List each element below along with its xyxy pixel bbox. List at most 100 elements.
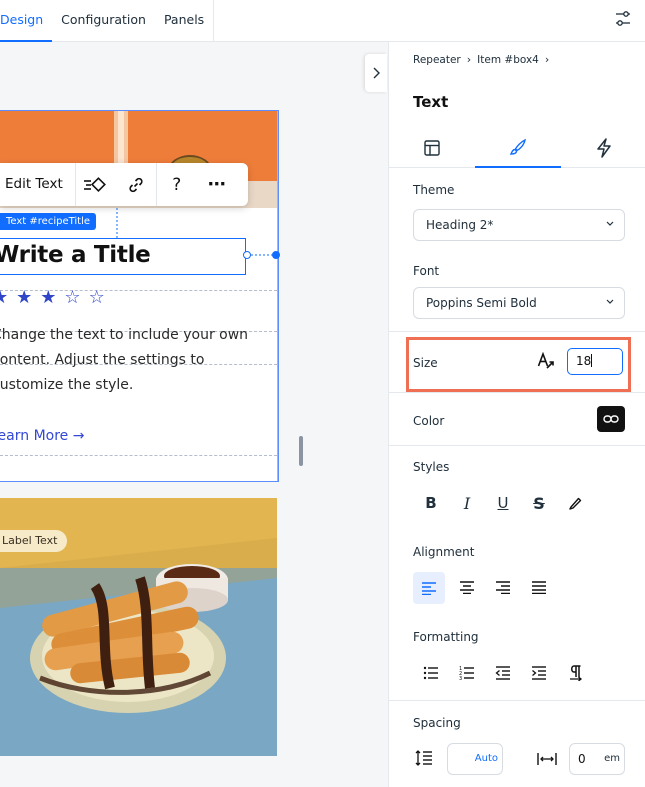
- size-label: Size: [413, 356, 438, 370]
- tab-interactions[interactable]: [561, 128, 645, 168]
- line-height-input[interactable]: Auto: [447, 743, 503, 775]
- bold-icon: B: [425, 494, 437, 512]
- learn-more-link[interactable]: Learn More →: [0, 428, 84, 444]
- indent-button[interactable]: [521, 658, 557, 688]
- align-left-button[interactable]: [413, 572, 445, 604]
- letter-spacing-unit: em: [604, 753, 620, 764]
- letter-spacing-icon: [537, 753, 557, 765]
- animation-icon: [83, 176, 106, 192]
- letter-spacing-value: 0: [578, 752, 586, 766]
- theme-dropdown[interactable]: Heading 2*: [413, 209, 625, 241]
- line-height-icon: [415, 750, 432, 766]
- breadcrumb: Repeater › Item #box4 ›: [413, 53, 549, 66]
- mode-tabs: Design Configuration Panels: [0, 0, 215, 42]
- align-justify-icon: [532, 581, 546, 594]
- tab-design[interactable]: Design: [0, 0, 53, 42]
- svg-text:3: 3: [459, 676, 462, 681]
- breadcrumb-repeater[interactable]: Repeater: [413, 54, 461, 66]
- auto-size-icon[interactable]: [537, 352, 555, 370]
- font-dropdown[interactable]: Poppins Semi Bold: [413, 287, 625, 319]
- strikethrough-button[interactable]: S: [521, 488, 557, 518]
- spacing-label: Spacing: [413, 716, 461, 730]
- bold-button[interactable]: B: [413, 488, 449, 518]
- panel-title: Text: [413, 93, 449, 111]
- divider-line: [0, 455, 277, 456]
- font-size-value: 18: [576, 354, 592, 368]
- section-divider: [389, 331, 645, 332]
- breadcrumb-item[interactable]: Item #box4: [477, 54, 539, 66]
- alignment-buttons: [413, 572, 557, 604]
- resize-handle[interactable]: [240, 247, 280, 263]
- italic-icon: I: [463, 493, 471, 513]
- underline-button[interactable]: U: [485, 488, 521, 518]
- font-size-input[interactable]: 18: [567, 348, 623, 375]
- title-selection-box[interactable]: Write a Title: [0, 238, 246, 275]
- design-brush-icon: [509, 138, 526, 155]
- star-filled-icon: ★: [0, 287, 9, 308]
- tab-panels[interactable]: Panels: [155, 0, 213, 42]
- bullet-list-icon: [423, 666, 438, 680]
- edit-text-button[interactable]: Edit Text: [0, 163, 76, 206]
- strikethrough-icon: S: [533, 493, 545, 513]
- font-value: Poppins Semi Bold: [426, 296, 537, 310]
- align-justify-button[interactable]: [521, 572, 557, 602]
- element-tag: Text #recipeTitle: [0, 213, 97, 230]
- link-button[interactable]: [116, 163, 156, 206]
- letter-spacing-input[interactable]: 0 em: [569, 743, 625, 775]
- more-button[interactable]: ⋯: [197, 163, 237, 206]
- align-left-icon: [422, 582, 436, 595]
- churros-image[interactable]: Label Text: [0, 498, 277, 756]
- star-filled-icon: ★: [16, 287, 33, 308]
- highlight-icon: [569, 497, 582, 510]
- floating-toolbar: Edit Text ? ⋯: [0, 163, 248, 206]
- bullet-list-button[interactable]: [413, 658, 449, 688]
- rating-stars[interactable]: ★ ★ ★ ☆ ☆: [0, 289, 105, 307]
- star-empty-icon: ☆: [88, 287, 105, 308]
- drag-handle[interactable]: [299, 436, 303, 466]
- text-cursor: [591, 354, 593, 367]
- numbered-list-icon: 1 2 3: [459, 666, 474, 681]
- editor-canvas[interactable]: ★ ★ ★ ☆ ☆ Change the text to include you…: [0, 42, 388, 787]
- outdent-icon: [495, 666, 510, 680]
- align-right-button[interactable]: [485, 572, 521, 602]
- indent-icon: [532, 666, 546, 680]
- tab-layout[interactable]: [389, 128, 475, 168]
- text-direction-button[interactable]: [557, 658, 593, 688]
- layout-icon: [424, 140, 440, 156]
- star-filled-icon: ★: [40, 287, 57, 308]
- settings-sliders-icon[interactable]: [614, 10, 632, 28]
- chevron-down-icon: [606, 299, 614, 304]
- top-bar: Design Configuration Panels: [0, 0, 645, 42]
- theme-value: Heading 2*: [426, 218, 494, 232]
- line-height-value: Auto: [474, 753, 498, 764]
- help-button[interactable]: ?: [157, 163, 197, 206]
- color-picker-button[interactable]: [597, 406, 625, 432]
- animation-button[interactable]: [76, 163, 116, 206]
- formatting-label: Formatting: [413, 630, 479, 644]
- tab-configuration[interactable]: Configuration: [52, 0, 155, 42]
- formatting-buttons: 1 2 3: [413, 658, 593, 688]
- interactions-bolt-icon: [597, 138, 611, 158]
- recipe-description[interactable]: Change the text to include your own cont…: [0, 323, 252, 398]
- align-right-icon: [496, 581, 510, 594]
- chevron-right-icon: ›: [466, 53, 472, 66]
- collapse-panel-button[interactable]: [365, 54, 387, 92]
- outdent-button[interactable]: [485, 658, 521, 688]
- highlight-button[interactable]: [557, 488, 593, 518]
- align-center-button[interactable]: [449, 572, 485, 602]
- chevron-right-icon: [373, 67, 380, 79]
- label-pill[interactable]: Label Text: [0, 530, 68, 552]
- panel-tabs: [389, 128, 645, 168]
- recipe-title[interactable]: Write a Title: [0, 242, 151, 268]
- underline-icon: U: [497, 494, 509, 512]
- italic-button[interactable]: I: [449, 488, 485, 518]
- tab-design[interactable]: [475, 128, 561, 168]
- inspector-panel: Repeater › Item #box4 › Text Theme Headi…: [388, 42, 645, 787]
- section-divider: [389, 445, 645, 446]
- section-divider: [389, 700, 645, 701]
- text-direction-icon: [570, 665, 583, 681]
- link-chain-icon: [603, 415, 619, 423]
- star-empty-icon: ☆: [64, 287, 81, 308]
- numbered-list-button[interactable]: 1 2 3: [449, 658, 485, 688]
- section-divider: [389, 392, 645, 393]
